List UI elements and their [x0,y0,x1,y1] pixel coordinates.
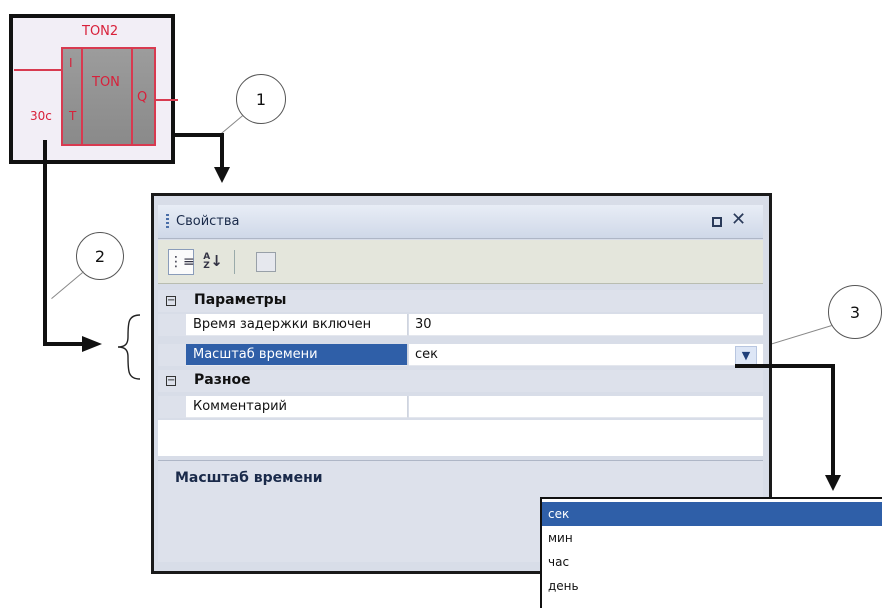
property-name-comment: Комментарий [193,399,287,414]
callout-1: 1 [236,74,286,124]
properties-title-bar[interactable] [158,205,763,239]
arrow-1-horizontal [174,133,224,137]
row-gutter [158,396,186,418]
property-value-cell[interactable] [409,344,763,366]
dropdown-option-sec[interactable]: сек [542,502,882,526]
property-pages-icon[interactable] [256,252,276,272]
categorized-icon[interactable]: ⋮≡ [168,249,195,275]
ton-input-wire [14,69,61,71]
ton-divider-left [81,47,83,146]
description-title: Масштаб времени [175,470,323,486]
dropdown-option-hour[interactable]: час [542,550,882,574]
property-value-cell[interactable] [409,314,763,336]
callout-2: 2 [76,232,124,280]
property-name-delay: Время задержки включен [193,317,372,332]
callout-2-leader [51,271,84,299]
arrow-2-vertical [43,140,47,346]
ton-pin-in-label: I [69,56,73,70]
arrow-3-vertical [831,364,835,477]
property-grid-empty-area [158,420,763,456]
property-value-time-scale[interactable]: сек [415,347,438,362]
ton-instance-name: TON2 [82,24,119,39]
arrow-2-horizontal [43,342,83,346]
row-gutter [158,314,186,336]
chevron-down-icon[interactable]: ▼ [735,346,757,366]
collapse-parameters-icon[interactable]: − [166,296,176,306]
arrow-3-horizontal [735,364,835,368]
close-icon[interactable]: ✕ [731,211,746,229]
ton-preset-value[interactable]: 30c [30,109,52,123]
callout-3: 3 [828,285,882,339]
alphabetical-sort-icon[interactable]: A Z↓ [200,249,226,275]
collapse-misc-icon[interactable]: − [166,376,176,386]
title-grip-icon[interactable] [166,214,169,228]
dropdown-option-min[interactable]: мин [542,526,882,550]
property-value-comment[interactable] [409,396,763,418]
dropdown-option-day[interactable]: день [542,574,882,598]
ton-pin-q-label: Q [137,90,148,105]
category-label-misc: Разное [194,372,251,388]
toolbar-separator [234,250,235,274]
ton-output-wire [156,99,178,101]
property-name-time-scale: Масштаб времени [193,347,318,362]
arrow-1-vertical [220,133,224,169]
arrow-2-head [82,336,102,352]
properties-toolbar [158,240,763,284]
property-value-delay[interactable]: 30 [415,317,432,332]
arrow-3-head [825,475,841,491]
ton-divider-right [131,47,133,146]
parameters-brace [117,314,141,380]
restore-window-icon[interactable] [712,217,722,227]
row-gutter [158,344,186,366]
properties-title: Свойства [176,214,240,229]
ton-type-label: TON [92,75,120,90]
category-label-parameters: Параметры [194,292,287,308]
arrow-1-head [214,167,230,183]
ton-pin-t-label: T [69,109,77,123]
